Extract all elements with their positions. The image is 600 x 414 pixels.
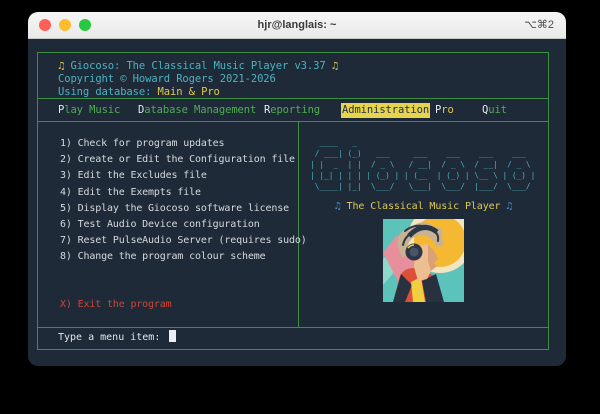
administration-menu: 1) Check for program updates 2) Create o… bbox=[38, 122, 299, 327]
menu-item-exit[interactable]: X) Exit the program bbox=[60, 297, 298, 313]
main-area: 1) Check for program updates 2) Create o… bbox=[38, 121, 548, 327]
copyright-line: Copyright © Howard Rogers 2021-2026 bbox=[58, 73, 548, 86]
traffic-lights bbox=[39, 19, 91, 31]
menubar-item-pro[interactable]: Pro bbox=[435, 99, 454, 121]
prompt-label: Type a menu item: bbox=[58, 332, 160, 343]
menu-bar: Play Music Database Management Reporting… bbox=[38, 98, 548, 121]
menu-item-8[interactable]: 8) Change the program colour scheme bbox=[60, 249, 298, 265]
title-bar[interactable]: hjr@langlais: ~ ⌥⌘2 bbox=[28, 12, 566, 39]
app-header: ♫ Giocoso: The Classical Music Player v3… bbox=[38, 53, 548, 98]
music-note-icon: ♫ bbox=[506, 201, 512, 212]
window-shortcut-badge: ⌥⌘2 bbox=[524, 18, 554, 31]
minimize-button[interactable] bbox=[59, 19, 71, 31]
giocoso-frame: ♫ Giocoso: The Classical Music Player v3… bbox=[37, 52, 549, 350]
menubar-item-play-music[interactable]: Play Music bbox=[58, 99, 120, 121]
music-note-icon: ♫ bbox=[335, 201, 341, 212]
database-value: Main & Pro bbox=[158, 86, 220, 98]
branding-panel: ____ _ / ___| (_) ___ ___ ___ ___ ___ | … bbox=[299, 122, 548, 327]
app-title-line: ♫ Giocoso: The Classical Music Player v3… bbox=[58, 60, 548, 73]
app-title: Giocoso: The Classical Music Player v3.3… bbox=[70, 60, 325, 72]
text-cursor[interactable] bbox=[169, 330, 176, 342]
giocoso-ascii-logo: ____ _ / ___| (_) ___ ___ ___ ___ ___ | … bbox=[310, 137, 548, 192]
tagline: ♫ The Classical Music Player ♫ bbox=[299, 201, 548, 212]
music-note-icon: ♫ bbox=[332, 60, 338, 72]
terminal-window: hjr@langlais: ~ ⌥⌘2 ♫ Giocoso: The Class… bbox=[28, 12, 566, 366]
beethoven-image bbox=[383, 219, 464, 302]
menu-item-3[interactable]: 3) Edit the Excludes file bbox=[60, 168, 298, 184]
menu-item-1[interactable]: 1) Check for program updates bbox=[60, 136, 298, 152]
prompt-bar: Type a menu item: bbox=[38, 327, 548, 348]
spacer bbox=[60, 266, 298, 297]
menubar-item-reporting[interactable]: Reporting bbox=[264, 99, 320, 121]
music-note-icon: ♫ bbox=[58, 60, 64, 72]
menubar-item-database-management[interactable]: Database Management bbox=[138, 99, 256, 121]
window-title: hjr@langlais: ~ bbox=[258, 19, 337, 31]
menubar-item-quit[interactable]: Quit bbox=[482, 99, 507, 121]
menu-item-5[interactable]: 5) Display the Giocoso software license bbox=[60, 201, 298, 217]
zoom-button[interactable] bbox=[79, 19, 91, 31]
menu-item-6[interactable]: 6) Test Audio Device configuration bbox=[60, 217, 298, 233]
desktop: { "window": { "title": "hjr@langlais: ~"… bbox=[0, 0, 600, 414]
close-button[interactable] bbox=[39, 19, 51, 31]
database-label: Using database: bbox=[58, 86, 158, 98]
menu-item-2[interactable]: 2) Create or Edit the Configuration file bbox=[60, 152, 298, 168]
menubar-item-administration-active[interactable]: Administration bbox=[341, 103, 430, 118]
menu-item-7[interactable]: 7) Reset PulseAudio Server (requires sud… bbox=[60, 233, 298, 249]
menu-item-4[interactable]: 4) Edit the Exempts file bbox=[60, 185, 298, 201]
terminal-screen[interactable]: ♫ Giocoso: The Classical Music Player v3… bbox=[28, 39, 566, 366]
